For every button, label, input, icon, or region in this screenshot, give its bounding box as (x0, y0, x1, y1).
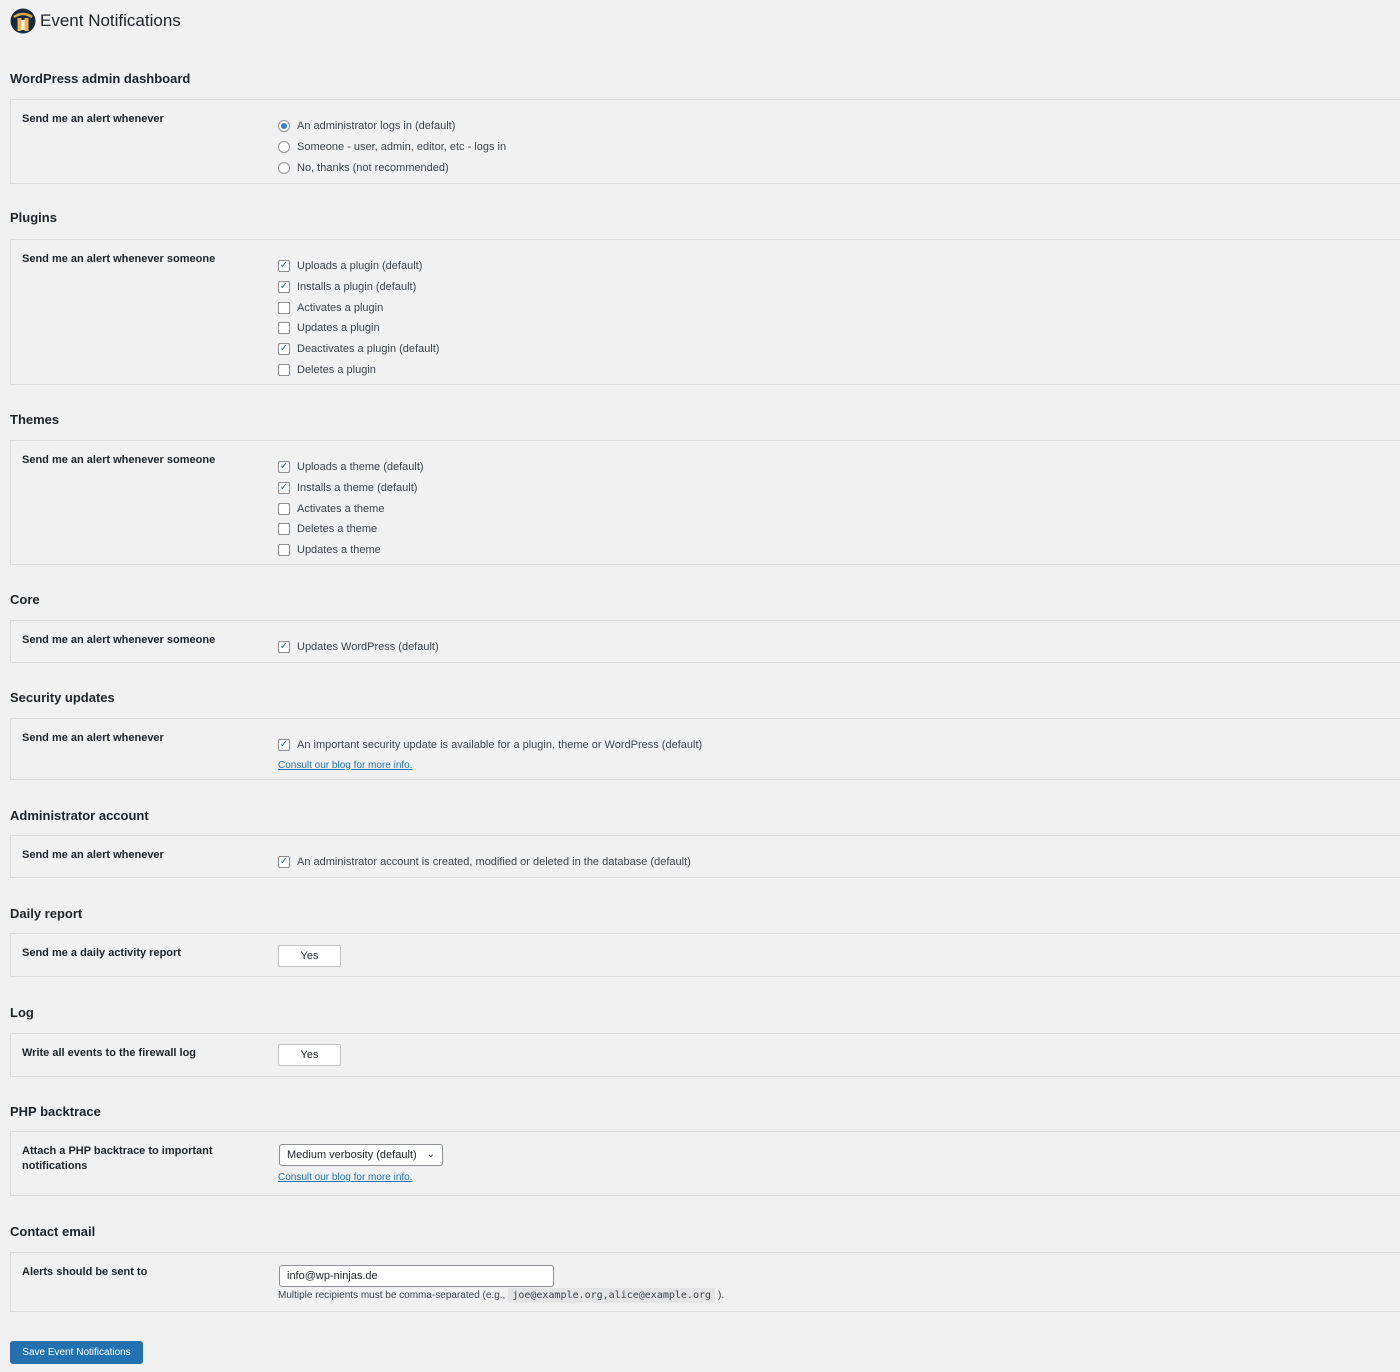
php-label: Attach a PHP backtrace to important noti… (22, 1145, 213, 1172)
firewall-log-toggle-button[interactable]: Yes (278, 1044, 341, 1066)
plugins-option-updates[interactable]: Updates a plugin (278, 318, 439, 339)
plugins-label: Send me an alert whenever someone (22, 253, 216, 265)
php-panel: Attach a PHP backtrace to important noti… (10, 1131, 1400, 1196)
dashboard-option-someone-login[interactable]: Someone - user, admin, editor, etc - log… (278, 137, 506, 158)
contact-email-example: joe@example.org,alice@example.org (508, 1288, 716, 1303)
php-verbosity-select[interactable]: Medium verbosity (default) ⌄ (279, 1144, 443, 1166)
plugins-option-activates[interactable]: Activates a plugin (278, 297, 439, 318)
section-title-php: PHP backtrace (10, 1104, 101, 1119)
themes-label: Send me an alert whenever someone (22, 454, 216, 466)
dashboard-panel: Send me an alert whenever An administrat… (10, 99, 1400, 184)
core-panel: Send me an alert whenever someone ✓ Updat… (10, 620, 1400, 663)
checkbox-icon[interactable]: ✓ (278, 260, 290, 273)
section-title-contact: Contact email (10, 1224, 96, 1239)
plugins-option-uploads[interactable]: ✓ Uploads a plugin (default) (278, 256, 439, 277)
contact-email-input[interactable]: info@wp-ninjas.de (279, 1265, 554, 1287)
checkbox-icon[interactable] (278, 301, 290, 314)
page-title: Event Notifications (40, 11, 181, 30)
dashboard-options: An administrator logs in (default) Someo… (278, 116, 506, 178)
section-title-admin-account: Administrator account (10, 808, 149, 823)
security-panel: Send me an alert whenever ✓ An important … (10, 718, 1400, 780)
security-blog-link[interactable]: Consult our blog for more info. (278, 760, 413, 771)
dashboard-label: Send me an alert whenever (22, 113, 164, 125)
section-title-log: Log (10, 1005, 34, 1020)
checkbox-icon[interactable]: ✓ (278, 482, 290, 495)
contact-panel: Alerts should be sent to info@wp-ninjas.… (10, 1252, 1400, 1312)
checkbox-icon[interactable] (278, 502, 290, 515)
section-title-themes: Themes (10, 412, 60, 427)
plugins-option-deletes[interactable]: Deletes a plugin (278, 359, 439, 380)
checkbox-icon[interactable]: ✓ (278, 461, 290, 474)
checkbox-icon[interactable] (278, 544, 290, 557)
checkbox-icon[interactable] (278, 523, 290, 536)
themes-panel: Send me an alert whenever someone ✓ Uploa… (10, 440, 1400, 565)
plugins-option-deactivates[interactable]: ✓ Deactivates a plugin (default) (278, 339, 439, 360)
plugins-panel: Send me an alert whenever someone ✓ Uploa… (10, 239, 1400, 385)
section-title-security: Security updates (10, 690, 115, 705)
section-title-plugins: Plugins (10, 210, 57, 225)
checkbox-icon[interactable] (278, 363, 290, 376)
admin-account-label: Send me an alert whenever (22, 849, 164, 861)
daily-report-toggle-button[interactable]: Yes (278, 945, 341, 967)
contact-label: Alerts should be sent to (22, 1266, 148, 1278)
security-option-update-available[interactable]: ✓ An important security update is availab… (278, 735, 702, 756)
checkbox-icon[interactable]: ✓ (278, 343, 290, 356)
radio-icon[interactable] (278, 161, 290, 174)
admin-account-panel: Send me an alert whenever ✓ An administra… (10, 835, 1400, 878)
ninja-logo-icon (10, 8, 36, 34)
checkbox-icon[interactable]: ✓ (278, 856, 290, 869)
themes-option-updates[interactable]: Updates a theme (278, 540, 424, 561)
section-title-core: Core (10, 592, 40, 607)
daily-label: Send me a daily activity report (22, 947, 181, 959)
checkbox-icon[interactable]: ✓ (278, 281, 290, 294)
php-blog-link[interactable]: Consult our blog for more info. (278, 1172, 413, 1183)
themes-option-deletes[interactable]: Deletes a theme (278, 519, 424, 540)
contact-email-hint: Multiple recipients must be comma-separa… (278, 1288, 725, 1303)
admin-account-option-changed[interactable]: ✓ An administrator account is created, mo… (278, 852, 691, 873)
plugins-option-installs[interactable]: ✓ Installs a plugin (default) (278, 277, 439, 298)
themes-options: ✓ Uploads a theme (default) ✓ Installs a t… (278, 457, 424, 560)
core-option-updates-wordpress[interactable]: ✓ Updates WordPress (default) (278, 637, 439, 658)
checkbox-icon[interactable] (278, 322, 290, 335)
section-title-daily: Daily report (10, 906, 83, 921)
section-title-dashboard: WordPress admin dashboard (10, 71, 191, 86)
log-panel: Write all events to the firewall log Yes (10, 1033, 1400, 1077)
checkbox-icon[interactable]: ✓ (278, 641, 290, 654)
security-options: ✓ An important security update is availab… (278, 735, 702, 771)
themes-option-activates[interactable]: Activates a theme (278, 498, 424, 519)
radio-icon[interactable] (278, 141, 290, 154)
admin-account-options: ✓ An administrator account is created, mo… (278, 852, 691, 873)
dashboard-option-admin-login[interactable]: An administrator logs in (default) (278, 116, 506, 137)
themes-option-uploads[interactable]: ✓ Uploads a theme (default) (278, 457, 424, 478)
radio-icon[interactable] (278, 120, 290, 133)
daily-panel: Send me a daily activity report Yes (10, 933, 1400, 977)
chevron-down-icon: ⌄ (426, 1149, 435, 1160)
themes-option-installs[interactable]: ✓ Installs a theme (default) (278, 478, 424, 499)
core-label: Send me an alert whenever someone (22, 634, 216, 646)
security-label: Send me an alert whenever (22, 732, 164, 744)
page-header: Event Notifications (10, 8, 181, 34)
core-options: ✓ Updates WordPress (default) (278, 637, 439, 658)
plugins-options: ✓ Uploads a plugin (default) ✓ Installs a … (278, 256, 439, 380)
dashboard-option-no-thanks[interactable]: No, thanks (not recommended) (278, 157, 506, 178)
checkbox-icon[interactable]: ✓ (278, 739, 290, 752)
save-button[interactable]: Save Event Notifications (10, 1341, 143, 1364)
log-label: Write all events to the firewall log (22, 1047, 197, 1059)
